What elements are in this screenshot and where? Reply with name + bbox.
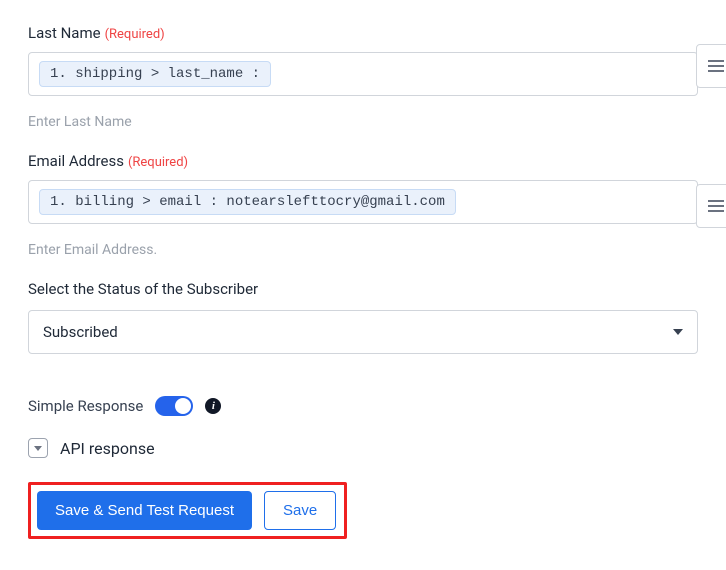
save-send-test-button[interactable]: Save & Send Test Request <box>37 491 252 530</box>
email-options-button[interactable] <box>696 184 726 228</box>
last-name-label: Last Name (Required) <box>28 24 698 42</box>
api-response-row: API response <box>28 438 698 458</box>
email-input-row: 1. billing > email : notearslefttocry@gm… <box>28 180 698 224</box>
field-email: Email Address (Required) 1. billing > em… <box>28 152 698 224</box>
hamburger-icon <box>708 200 724 212</box>
last-name-chip[interactable]: 1. shipping > last_name : <box>39 61 271 87</box>
simple-response-label: Simple Response <box>28 397 143 415</box>
email-input[interactable]: 1. billing > email : notearslefttocry@gm… <box>28 180 698 224</box>
email-label: Email Address (Required) <box>28 152 698 170</box>
hamburger-icon <box>708 60 724 72</box>
status-select[interactable]: Subscribed <box>28 310 698 354</box>
toggle-knob <box>175 398 191 414</box>
required-tag: (Required) <box>128 155 188 170</box>
status-selected-value: Subscribed <box>43 323 118 341</box>
caret-down-icon <box>673 329 683 335</box>
simple-response-row: Simple Response i <box>28 396 698 416</box>
last-name-helper: Enter Last Name <box>28 114 698 130</box>
api-response-expand-button[interactable] <box>28 438 48 458</box>
email-chip[interactable]: 1. billing > email : notearslefttocry@gm… <box>39 189 456 215</box>
email-helper: Enter Email Address. <box>28 242 698 258</box>
last-name-input[interactable]: 1. shipping > last_name : <box>28 52 698 96</box>
field-last-name: Last Name (Required) 1. shipping > last_… <box>28 24 698 96</box>
action-buttons-highlight: Save & Send Test Request Save <box>28 482 347 539</box>
email-label-text: Email Address <box>28 152 124 170</box>
last-name-input-row: 1. shipping > last_name : <box>28 52 698 96</box>
status-label: Select the Status of the Subscriber <box>28 280 698 298</box>
info-icon[interactable]: i <box>205 398 221 414</box>
api-response-label: API response <box>60 439 155 458</box>
simple-response-toggle[interactable] <box>155 396 193 416</box>
chevron-down-icon <box>34 446 42 451</box>
save-button[interactable]: Save <box>264 491 336 530</box>
required-tag: (Required) <box>105 27 165 42</box>
last-name-options-button[interactable] <box>696 44 726 88</box>
last-name-label-text: Last Name <box>28 24 101 42</box>
